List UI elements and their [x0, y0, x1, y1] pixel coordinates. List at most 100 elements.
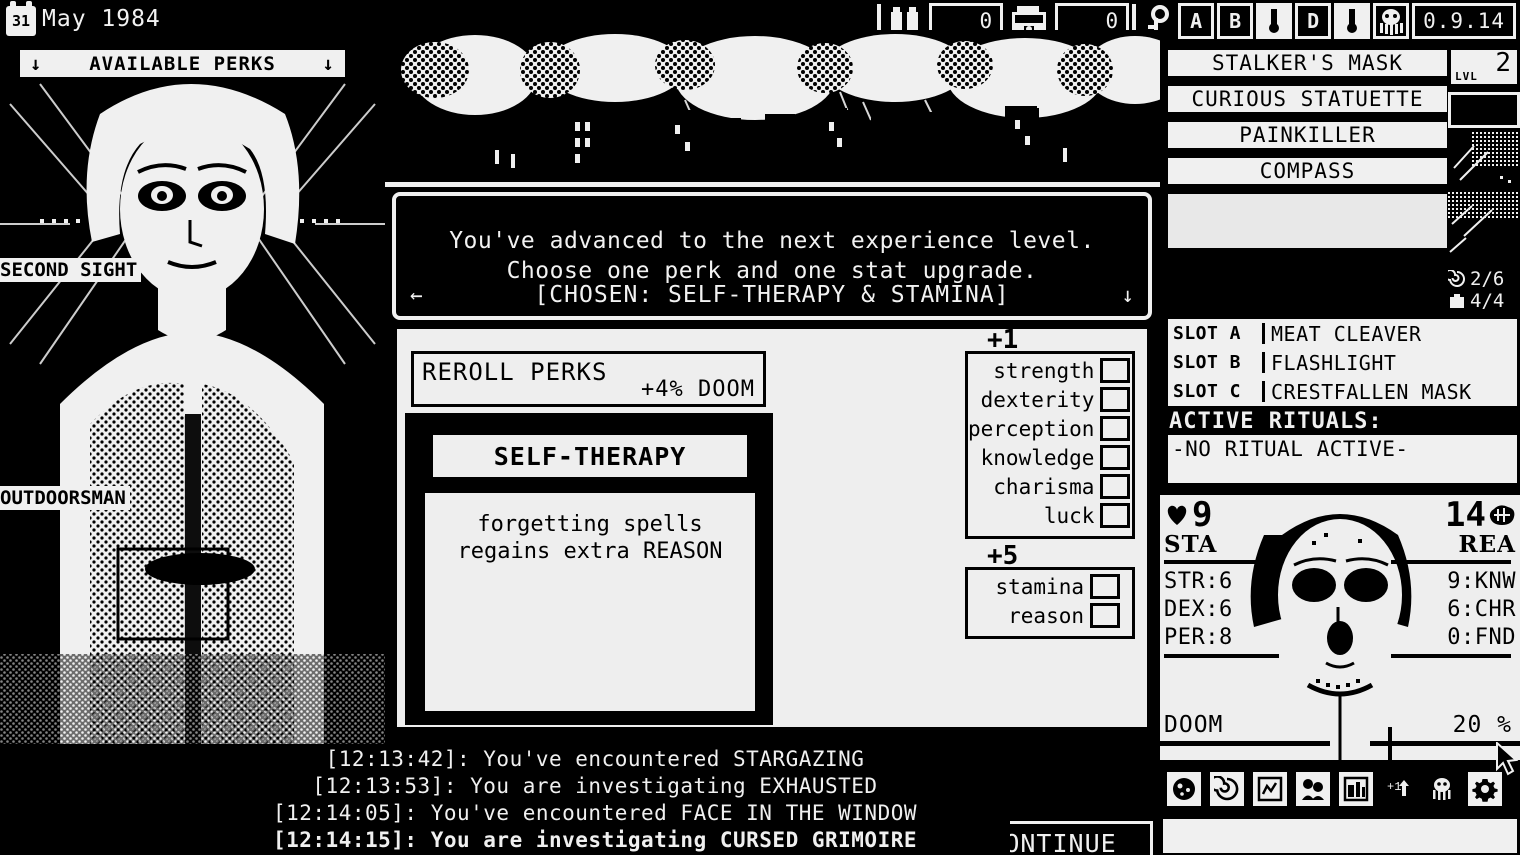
calendar-icon: 31 — [6, 1, 36, 36]
rituals-body: -NO RITUAL ACTIVE- — [1165, 435, 1520, 486]
event-log: [12:13:42]: You've encountered STARGAZIN… — [180, 744, 1010, 855]
spiral-icon — [1448, 270, 1466, 287]
characters-icon[interactable] — [1293, 769, 1333, 809]
inventory-item[interactable]: CURIOUS STATUETTE — [1165, 83, 1450, 115]
xp-bar — [1448, 92, 1520, 128]
stat-fnd: 0:FND — [1447, 625, 1516, 650]
levelup-icon[interactable]: +1 — [1379, 769, 1419, 809]
log-entry: [12:14:05]: You've encountered FACE IN T… — [272, 801, 918, 825]
perk-card[interactable]: SELF-THERAPY forgetting spells regains e… — [405, 413, 773, 725]
stat-str: STR:6 — [1164, 569, 1233, 594]
log-entry-current: [12:14:15]: You are investigating CURSED… — [272, 828, 918, 852]
reason-value-row: 14 — [1391, 498, 1516, 532]
stat-name-dexterity: dexterity — [980, 388, 1095, 412]
divider — [1391, 560, 1511, 564]
stat-checkbox-charisma[interactable] — [1100, 474, 1131, 499]
stat-checkbox-perception[interactable] — [1100, 416, 1131, 441]
stat-checkbox-knowledge[interactable] — [1100, 445, 1131, 470]
nav-left-arrow[interactable]: ← — [410, 283, 440, 307]
slot-value: CRESTFALLEN MASK — [1271, 379, 1472, 404]
buildings-icon[interactable] — [1336, 769, 1376, 809]
modal-message-box: You've advanced to the next experience l… — [392, 192, 1152, 320]
mouse-cursor — [1496, 742, 1519, 776]
levelup-modal: You've advanced to the next experience l… — [385, 186, 1519, 855]
item-counter: 4/4 — [1470, 290, 1505, 312]
mystery-counter-row: 2/6 — [1448, 268, 1520, 290]
reroll-perks-button[interactable]: REROLL PERKS +4% DOOM — [411, 351, 766, 407]
chart-icon[interactable] — [1250, 769, 1290, 809]
stat-checkbox-reason[interactable] — [1090, 603, 1120, 628]
reason-label: REA — [1458, 531, 1516, 558]
stat-checkbox-dexterity[interactable] — [1100, 387, 1131, 412]
character-portrait — [0, 44, 385, 744]
date-text: May 1984 — [42, 6, 161, 32]
log-entry: [12:13:53]: You are investigating EXHAUS… — [312, 774, 878, 798]
modal-body: REROLL PERKS +4% DOOM SELF-THERAPY forge… — [394, 325, 1156, 855]
stat-dex: DEX:6 — [1164, 597, 1233, 622]
level-box: LVL 2 — [1448, 47, 1520, 87]
spiral-icon[interactable] — [1207, 769, 1247, 809]
badge-b[interactable]: B — [1217, 3, 1254, 39]
doom-value: 20 % — [1452, 712, 1512, 738]
creature-icon[interactable] — [1422, 769, 1462, 809]
stat-knw: 9:KNW — [1447, 569, 1516, 594]
stat-name-perception: perception — [968, 417, 1095, 441]
perk-title: SELF-THERAPY — [430, 432, 750, 480]
doom-label: DOOM — [1164, 712, 1224, 738]
available-perks-label: AVAILABLE PERKS — [89, 52, 276, 75]
nav-down-arrow[interactable]: ↓ — [1104, 283, 1134, 307]
slot-label: SLOT C — [1168, 381, 1265, 402]
active-rituals: ACTIVE RITUALS: -NO RITUAL ACTIVE- — [1165, 408, 1520, 486]
stat-checkbox-stamina[interactable] — [1090, 574, 1120, 599]
modal-line-1: You've advanced to the next experience l… — [449, 228, 1095, 254]
slot-label: SLOT B — [1168, 352, 1265, 373]
stat-name-reason: reason — [1008, 604, 1084, 628]
stat-bonus-1: +1 — [987, 325, 1019, 355]
slot-row[interactable]: SLOT A MEAT CLEAVER — [1168, 319, 1517, 348]
stamina-block: 9 STA STR:6 DEX:6 PER:8 — [1164, 498, 1284, 662]
heart-icon — [1167, 505, 1187, 525]
minimap[interactable] — [1448, 132, 1520, 266]
stat-name-charisma: charisma — [993, 475, 1095, 499]
divider — [1164, 654, 1279, 658]
stamina-value-row: 9 — [1164, 498, 1284, 532]
inventory-item[interactable]: COMPASS — [1165, 155, 1450, 187]
stat-name-strength: strength — [993, 359, 1095, 383]
stat-group-secondary: stamina reason — [965, 567, 1135, 639]
inventory-item[interactable]: PAINKILLER — [1165, 119, 1450, 151]
bag-icon — [1450, 294, 1464, 308]
slot-row[interactable]: SLOT C CRESTFALLEN MASK — [1168, 377, 1517, 406]
slot-row[interactable]: SLOT B FLASHLIGHT — [1168, 348, 1517, 377]
version-label: 0.9.14 — [1412, 3, 1516, 39]
divider — [1164, 560, 1279, 564]
stat-chr: 6:CHR — [1447, 597, 1516, 622]
thermometer-icon-2[interactable] — [1334, 3, 1371, 39]
item-counter-row: 4/4 — [1448, 290, 1520, 312]
city-scene — [385, 30, 1160, 190]
badge-a[interactable]: A — [1178, 3, 1215, 39]
inventory-item-empty[interactable] — [1165, 191, 1450, 251]
left-substats: STR:6 DEX:6 PER:8 — [1164, 568, 1284, 652]
reroll-cost: +4% DOOM — [641, 377, 755, 402]
inventory-item[interactable]: STALKER'S MASK — [1165, 47, 1450, 79]
chosen-summary: [CHOSEN: SELF-THERAPY & STAMINA] — [534, 282, 1010, 308]
creature-icon[interactable] — [1373, 3, 1410, 39]
scroll-down-arrow[interactable]: ↓ — [323, 53, 335, 75]
thermometer-icon[interactable] — [1256, 3, 1293, 39]
perk-desc-line-2: regains extra REASON — [457, 539, 723, 564]
reason-block: 14 REA 9:KNW 6:CHR 0:FND — [1391, 498, 1516, 662]
stamina-label: STA — [1164, 531, 1218, 558]
perk-label-outdoorsman[interactable]: OUTDOORSMAN — [0, 486, 130, 510]
rituals-header: ACTIVE RITUALS: — [1165, 408, 1520, 435]
counters: 2/6 4/4 — [1448, 268, 1520, 314]
reroll-label: REROLL PERKS — [422, 358, 608, 386]
stat-checkbox-strength[interactable] — [1100, 358, 1131, 383]
badge-d[interactable]: D — [1295, 3, 1332, 39]
scroll-up-arrow[interactable]: ↓ — [30, 53, 42, 75]
moon-icon[interactable] — [1164, 769, 1204, 809]
stat-checkboxes-primary — [1100, 354, 1134, 536]
character-panel: 9 STA STR:6 DEX:6 PER:8 14 REA 9:KNW 6:C… — [1160, 495, 1520, 760]
perk-label-second-sight[interactable]: SECOND SIGHT — [0, 258, 142, 282]
divider — [1391, 654, 1511, 658]
stat-checkbox-luck[interactable] — [1100, 503, 1131, 528]
